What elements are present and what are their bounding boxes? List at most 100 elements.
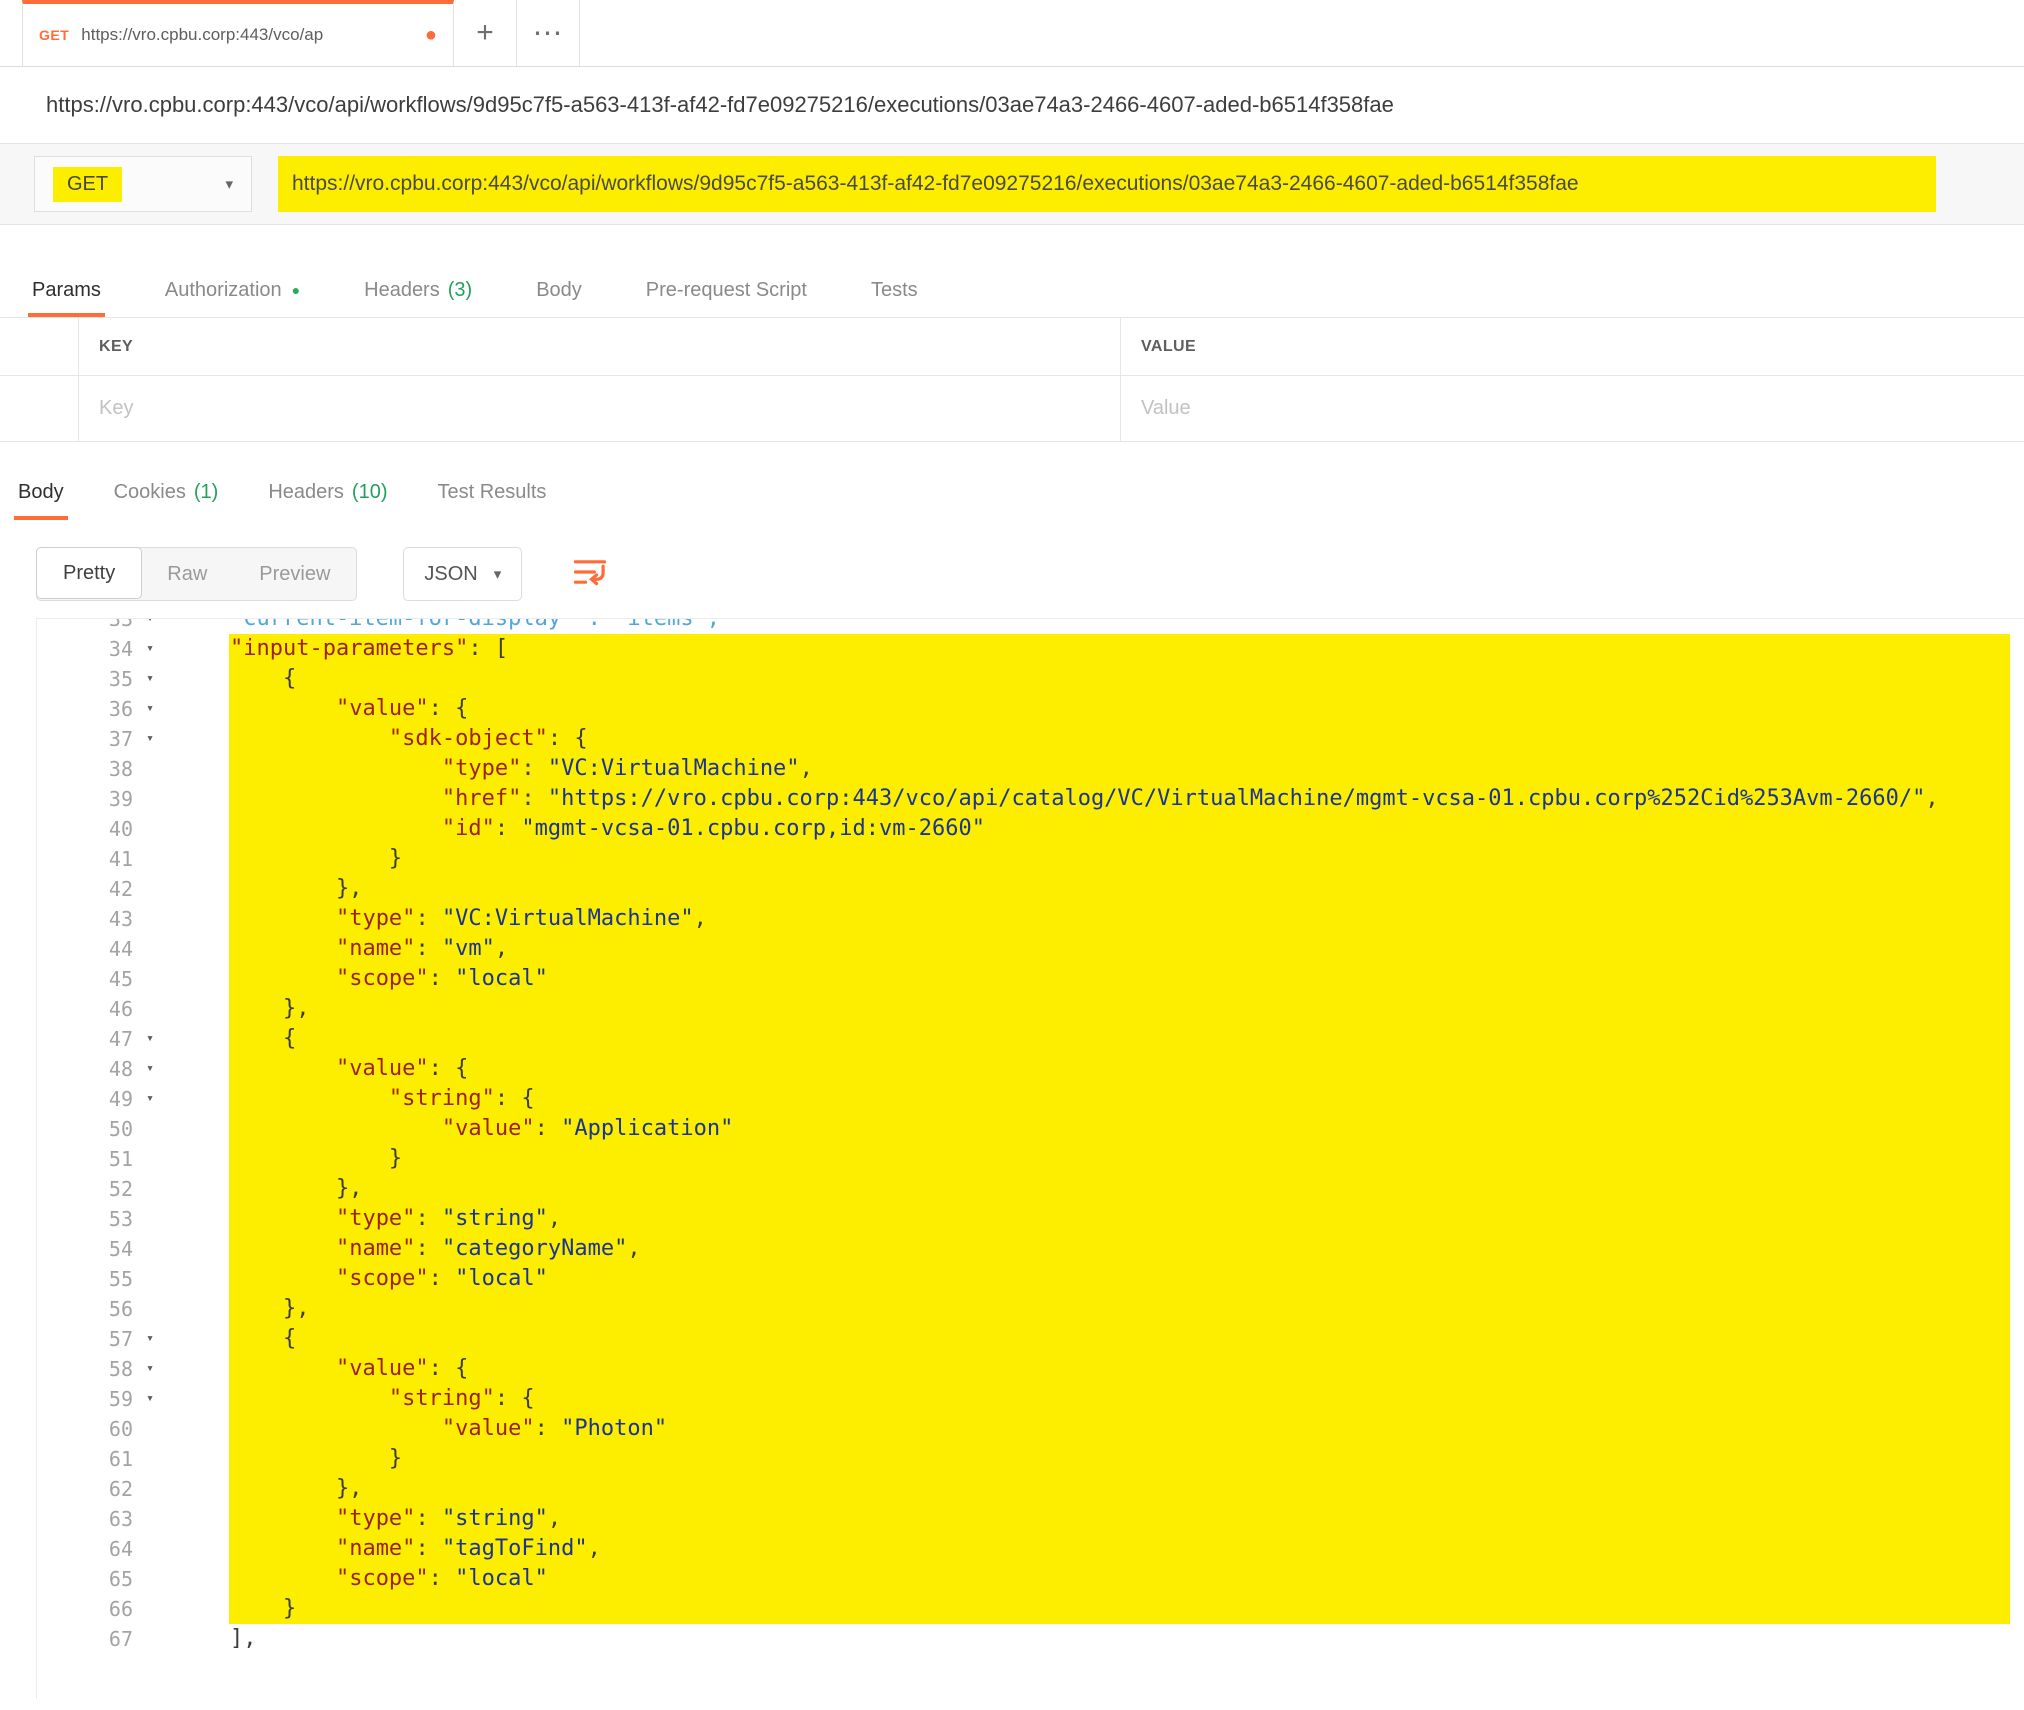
- fold-caret-icon[interactable]: ▾: [133, 619, 167, 634]
- params-row-checkbox-cell[interactable]: [0, 376, 79, 441]
- line-content: "type": "VC:VirtualMachine",: [441, 756, 813, 781]
- response-tab-cookies[interactable]: Cookies (1): [110, 464, 223, 520]
- new-tab-button[interactable]: +: [454, 0, 517, 66]
- plus-icon: +: [476, 16, 494, 49]
- line-content: "scope": "local": [335, 1566, 548, 1591]
- code-line-43: 43 "type": "VC:VirtualMachine",: [37, 904, 2024, 934]
- tab-url-text: https://vro.cpbu.corp:443/vco/ap: [81, 25, 324, 44]
- key-column-header: KEY: [99, 337, 134, 355]
- response-view-preview[interactable]: Preview: [233, 548, 356, 600]
- line-content: },: [177, 1176, 363, 1201]
- code-line-38: 38 "type": "VC:VirtualMachine",: [37, 754, 2024, 784]
- line-content: {: [177, 666, 297, 691]
- tab-label: Pre-request Script: [645, 278, 807, 301]
- code-line-54: 54 "name": "categoryName",: [37, 1234, 2024, 1264]
- fold-caret-icon[interactable]: ▾: [133, 664, 167, 694]
- line-content: },: [177, 876, 363, 901]
- line-number: 50: [108, 1117, 133, 1141]
- code-line-46: 46 },: [37, 994, 2024, 1024]
- response-tab-headers[interactable]: Headers (10): [264, 464, 391, 520]
- fold-caret-icon[interactable]: ▾: [133, 724, 167, 754]
- code-line-67: 67 ],: [37, 1624, 2024, 1654]
- code-line-57: 57 ▾ {: [37, 1324, 2024, 1354]
- params-key-input-cell[interactable]: Key: [79, 376, 1121, 441]
- request-tab[interactable]: GET https://vro.cpbu.corp:443/vco/ap ●: [22, 0, 454, 66]
- code-line-63: 63 "type": "string",: [37, 1504, 2024, 1534]
- code-line-55: 55 "scope": "local": [37, 1264, 2024, 1294]
- line-number: 56: [108, 1297, 133, 1321]
- code-line-47: 47 ▾ {: [37, 1024, 2024, 1054]
- response-body-code-viewer[interactable]: 33 ▾ "current-item-for-display" : "items"…: [36, 618, 2024, 1699]
- fold-caret-icon[interactable]: ▾: [133, 634, 167, 664]
- line-number: 45: [108, 967, 133, 991]
- fold-caret-icon[interactable]: ▾: [133, 1084, 167, 1114]
- fold-caret-icon[interactable]: ▾: [133, 694, 167, 724]
- request-tab-tests[interactable]: Tests: [867, 263, 922, 317]
- code-line-56: 56 },: [37, 1294, 2024, 1324]
- code-line-59: 59 ▾ "string": {: [37, 1384, 2024, 1414]
- line-content: "type": "string",: [335, 1206, 562, 1231]
- url-input[interactable]: https://vro.cpbu.corp:443/vco/api/workfl…: [278, 156, 1936, 212]
- method-select[interactable]: GET ▾: [34, 156, 252, 212]
- request-tab-authorization[interactable]: Authorization ●: [161, 263, 304, 317]
- request-tab-pre-request-script[interactable]: Pre-request Script: [642, 263, 811, 317]
- line-content: {: [177, 1026, 297, 1051]
- line-number: 64: [108, 1537, 133, 1561]
- tab-count: (3): [447, 278, 473, 301]
- line-number: 58: [108, 1357, 133, 1381]
- line-content: "name": "vm",: [335, 936, 509, 961]
- line-content: {: [177, 1326, 297, 1351]
- line-number: 59: [108, 1387, 133, 1411]
- params-key-header-cell: KEY: [79, 318, 1121, 375]
- tab-options-button[interactable]: ⋯: [517, 0, 580, 66]
- line-content: "value": {: [335, 1056, 469, 1081]
- line-number: 52: [108, 1177, 133, 1201]
- fold-caret-icon[interactable]: ▾: [133, 1054, 167, 1084]
- line-number: 61: [108, 1447, 133, 1471]
- postman-window: GET https://vro.cpbu.corp:443/vco/ap ● +…: [0, 0, 2024, 1710]
- key-input-placeholder: Key: [99, 397, 134, 419]
- line-number: 34: [108, 637, 133, 661]
- tab-bar: GET https://vro.cpbu.corp:443/vco/ap ● +…: [0, 0, 2024, 67]
- response-view-pretty[interactable]: Pretty: [36, 547, 143, 599]
- response-view-switcher: Pretty Raw Preview: [36, 547, 358, 601]
- value-column-header: VALUE: [1141, 337, 1197, 355]
- line-content: "value": {: [335, 696, 469, 721]
- tab-label: Cookies: [113, 480, 186, 503]
- line-number: 40: [108, 817, 133, 841]
- tab-label: Headers: [268, 480, 344, 503]
- fold-caret-icon[interactable]: ▾: [133, 1384, 167, 1414]
- request-tab-headers[interactable]: Headers (3): [360, 263, 476, 317]
- fold-caret-icon[interactable]: ▾: [133, 1354, 167, 1384]
- line-content: },: [177, 1476, 363, 1501]
- request-tab-body[interactable]: Body: [532, 263, 586, 317]
- response-tab-body[interactable]: Body: [14, 464, 68, 520]
- wrap-lines-button[interactable]: [572, 556, 608, 593]
- tab-count: (10): [351, 480, 388, 503]
- tab-label: Body: [536, 278, 582, 301]
- method-select-value: GET: [53, 166, 123, 202]
- request-tab-params[interactable]: Params: [28, 263, 105, 317]
- response-tab-test-results[interactable]: Test Results: [434, 464, 551, 520]
- line-content: }: [177, 1146, 403, 1171]
- fold-caret-icon[interactable]: ▾: [133, 1324, 167, 1354]
- line-number: 62: [108, 1477, 133, 1501]
- line-content: "name": "categoryName",: [335, 1236, 641, 1261]
- line-number: 37: [108, 727, 133, 751]
- tab-label: Body: [18, 480, 64, 503]
- line-content: "value": {: [335, 1356, 469, 1381]
- fold-caret-icon[interactable]: ▾: [133, 1024, 167, 1054]
- params-value-input-cell[interactable]: Value: [1121, 376, 2024, 441]
- line-content: }: [177, 1596, 297, 1621]
- response-language-select[interactable]: JSON ▾: [403, 547, 523, 601]
- response-view-raw[interactable]: Raw: [141, 548, 233, 600]
